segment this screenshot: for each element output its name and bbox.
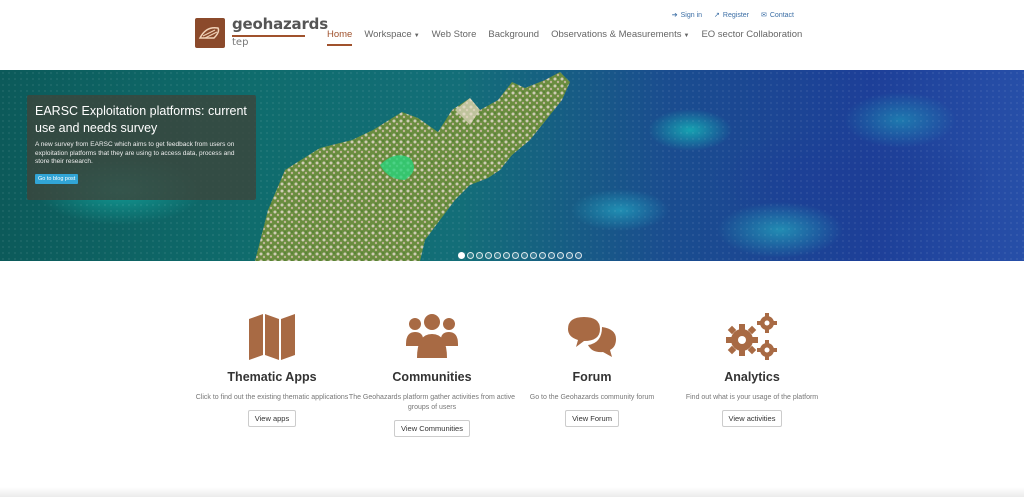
carousel-dot[interactable] (494, 252, 501, 259)
carousel-dot[interactable] (521, 252, 528, 259)
hero-carousel[interactable]: EARSC Exploitation platforms: current us… (0, 70, 1024, 261)
nav-workspace-label: Workspace (364, 29, 412, 40)
feature-title: Thematic Apps (227, 370, 317, 384)
nav-eo-collaboration[interactable]: EO sector Collaboration (701, 29, 802, 43)
carousel-dot[interactable] (458, 252, 465, 259)
gears-icon (667, 312, 837, 362)
nav-background[interactable]: Background (488, 29, 539, 43)
users-icon (347, 312, 517, 362)
view-apps-button[interactable]: View apps (247, 410, 297, 427)
feature-desc: The Geohazards platform gather activitie… (348, 394, 516, 411)
feature-title: Forum (572, 370, 612, 384)
carousel-dot[interactable] (485, 252, 492, 259)
nav-web-store-label: Web Store (431, 29, 477, 40)
external-link-icon: ↗ (714, 12, 720, 19)
logo-mark (198, 26, 220, 39)
carousel-indicators (458, 252, 582, 259)
contact-link[interactable]: ✉ Contact (761, 11, 794, 20)
feature-desc: Click to find out the existing thematic … (195, 394, 349, 401)
feature-desc: Find out what is your usage of the platf… (685, 394, 819, 401)
hero-caption-card: EARSC Exploitation platforms: current us… (27, 95, 256, 200)
nav-home[interactable]: Home (327, 29, 353, 46)
caret-down-icon: ▼ (683, 33, 690, 39)
site-header: geohazards tep ➔ Sign in ↗ Register ✉ Co… (0, 0, 1024, 70)
carousel-dot[interactable] (503, 252, 510, 259)
comments-icon (507, 312, 677, 362)
feature-communities: Communities The Geohazards platform gath… (347, 312, 517, 437)
nav-eo-collaboration-label: EO sector Collaboration (701, 29, 803, 40)
carousel-dot[interactable] (539, 252, 546, 259)
page-bottom-shadow (0, 487, 1024, 497)
sign-in-icon: ➔ (671, 12, 678, 19)
carousel-dot[interactable] (476, 252, 483, 259)
register-link[interactable]: ↗ Register (714, 11, 749, 20)
brand-subtitle: tep (232, 37, 249, 48)
nav-background-label: Background (488, 29, 540, 40)
nav-observations-label: Observations & Measurements (551, 29, 682, 40)
map-icon (187, 312, 357, 362)
carousel-dot[interactable] (467, 252, 474, 259)
feature-title: Communities (392, 370, 472, 384)
sign-in-label: Sign in (680, 11, 703, 19)
caret-down-icon: ▼ (413, 33, 420, 39)
nav-workspace[interactable]: Workspace ▼ (364, 29, 419, 43)
feature-desc: Go to the Geohazards community forum (529, 394, 655, 401)
view-communities-button[interactable]: View Communities (394, 420, 470, 437)
nav-web-store[interactable]: Web Store (432, 29, 477, 43)
nav-home-label: Home (327, 29, 353, 40)
envelope-icon: ✉ (761, 12, 767, 19)
view-forum-button[interactable]: View Forum (565, 410, 619, 427)
register-label: Register (722, 11, 749, 19)
brand-name[interactable]: geohazards (232, 15, 328, 33)
carousel-dot[interactable] (575, 252, 582, 259)
geohazards-logo-icon[interactable] (195, 18, 225, 48)
nav-observations[interactable]: Observations & Measurements ▼ (551, 29, 689, 43)
main-nav: Home Workspace ▼ Web Store Background Obs… (327, 29, 802, 46)
go-to-blog-post-button[interactable]: Go to blog post (35, 173, 79, 184)
carousel-dot[interactable] (566, 252, 573, 259)
top-links: ➔ Sign in ↗ Register ✉ Contact (671, 11, 794, 20)
sign-in-link[interactable]: ➔ Sign in (671, 11, 703, 20)
carousel-dot[interactable] (548, 252, 555, 259)
carousel-dot[interactable] (557, 252, 564, 259)
feature-forum: Forum Go to the Geohazards community for… (507, 312, 677, 427)
carousel-dot[interactable] (512, 252, 519, 259)
feature-thematic-apps: Thematic Apps Click to find out the exis… (187, 312, 357, 427)
view-activities-button[interactable]: View activities (721, 410, 783, 427)
feature-analytics: Analytics Find out what is your usage of… (667, 312, 837, 427)
feature-title: Analytics (724, 370, 780, 384)
hero-text: A new survey from EARSC which aims to ge… (35, 141, 235, 165)
hero-title: EARSC Exploitation platforms: current us… (35, 104, 247, 135)
contact-label: Contact (769, 11, 794, 19)
carousel-dot[interactable] (530, 252, 537, 259)
